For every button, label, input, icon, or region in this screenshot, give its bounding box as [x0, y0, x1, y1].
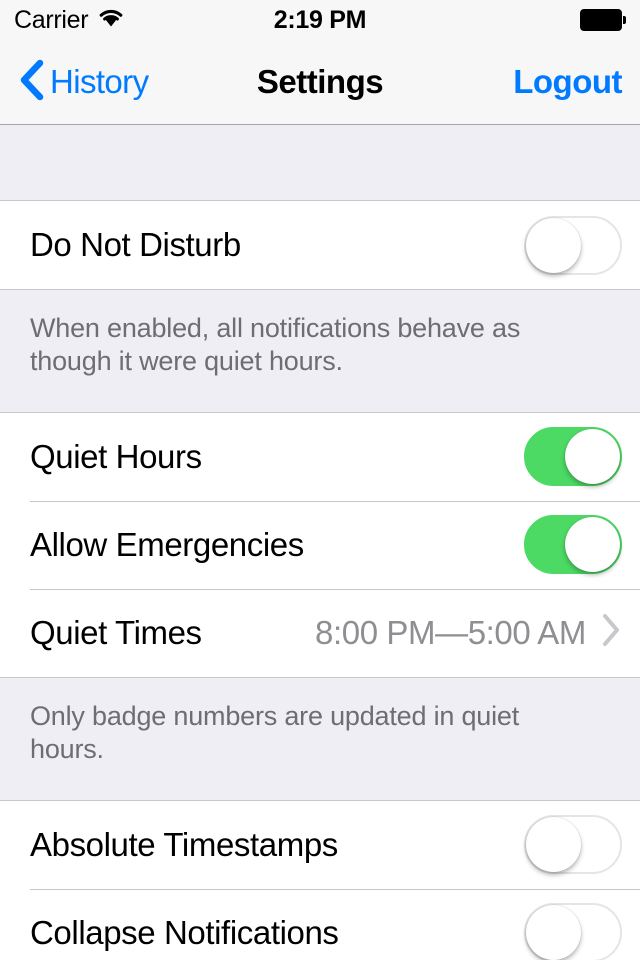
row-accessory	[524, 215, 622, 275]
row-label: Quiet Hours	[30, 437, 202, 475]
toggle-absolute-timestamps[interactable]	[524, 815, 622, 875]
carrier-label: Carrier	[14, 5, 89, 34]
row-do-not-disturb[interactable]: Do Not Disturb	[0, 201, 640, 289]
row-allow-emergencies[interactable]: Allow Emergencies	[0, 500, 640, 589]
row-accessory	[524, 903, 622, 960]
section-display: Absolute Timestamps Collapse Notificatio…	[0, 799, 640, 960]
toggle-knob	[565, 429, 620, 485]
logout-button[interactable]: Logout	[513, 63, 622, 101]
row-accessory	[524, 427, 622, 487]
status-bar-right	[580, 9, 626, 31]
battery-full-icon	[580, 9, 626, 31]
toggle-knob	[526, 217, 581, 273]
row-label: Do Not Disturb	[30, 226, 241, 263]
toggle-allow-emergencies[interactable]	[524, 515, 622, 575]
row-label: Quiet Times	[30, 613, 202, 651]
back-button[interactable]: History	[18, 58, 149, 107]
settings-table: Do Not Disturb When enabled, all notific…	[0, 125, 640, 960]
row-accessory	[524, 815, 622, 875]
row-absolute-timestamps[interactable]: Absolute Timestamps	[0, 800, 640, 889]
footer-text: Only badge numbers are updated in quiet …	[30, 700, 520, 764]
section-quiet-hours: Quiet Hours Allow Emergencies Quiet Time…	[0, 411, 640, 678]
row-value-quiet-times: 8:00 PM—5:00 AM	[315, 613, 586, 651]
section-do-not-disturb: Do Not Disturb	[0, 200, 640, 290]
toggle-quiet-hours[interactable]	[524, 427, 622, 487]
row-collapse-notifications[interactable]: Collapse Notifications	[0, 888, 640, 960]
wifi-icon	[97, 7, 125, 33]
status-bar: Carrier 2:19 PM	[0, 0, 640, 40]
table-header-gap	[0, 125, 640, 200]
toggle-knob	[526, 817, 581, 873]
footer-quiet-hours: Only badge numbers are updated in quiet …	[0, 677, 640, 800]
toggle-do-not-disturb[interactable]	[524, 215, 622, 275]
navigation-bar: History Settings Logout	[0, 40, 640, 125]
chevron-left-icon	[18, 58, 46, 107]
back-button-label: History	[50, 63, 149, 100]
status-bar-left: Carrier	[14, 6, 125, 35]
toggle-collapse-notifications[interactable]	[524, 903, 622, 960]
row-label: Collapse Notifications	[30, 913, 339, 951]
footer-do-not-disturb: When enabled, all notifications behave a…	[0, 290, 640, 412]
row-quiet-hours[interactable]: Quiet Hours	[0, 412, 640, 501]
toggle-knob	[526, 905, 581, 960]
toggle-knob	[565, 517, 620, 573]
row-accessory: 8:00 PM—5:00 AM	[315, 612, 622, 653]
row-label: Allow Emergencies	[30, 525, 304, 563]
chevron-right-icon	[600, 612, 622, 653]
row-label: Absolute Timestamps	[30, 825, 338, 863]
row-quiet-times[interactable]: Quiet Times 8:00 PM—5:00 AM	[0, 588, 640, 677]
footer-text: When enabled, all notifications behave a…	[30, 313, 521, 376]
settings-screen: Carrier 2:19 PM History Settings Logout …	[0, 0, 640, 960]
row-accessory	[524, 515, 622, 575]
